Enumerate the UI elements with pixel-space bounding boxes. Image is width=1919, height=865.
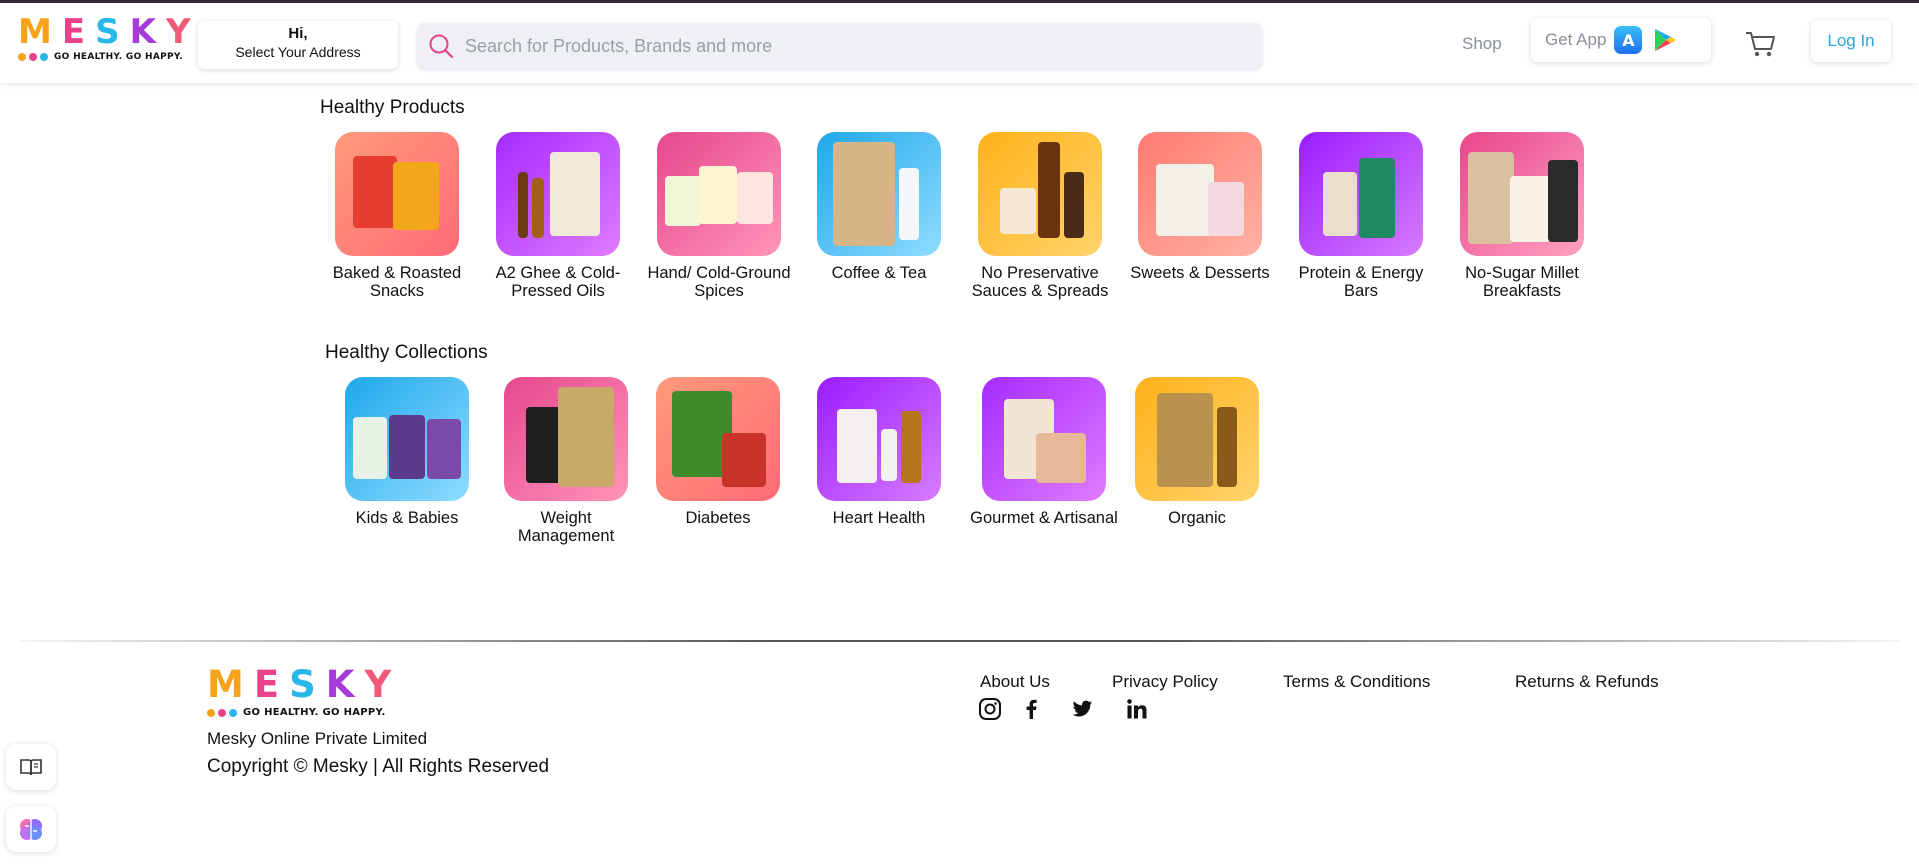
privacy-policy-link[interactable]: Privacy Policy <box>1112 672 1218 692</box>
logo-wordmark: MESKY <box>18 12 191 52</box>
category-tile-protein-bars[interactable]: Protein & Energy Bars <box>1286 132 1436 300</box>
twitter-icon[interactable] <box>1070 697 1094 721</box>
collection-tile-diabetes[interactable]: Diabetes <box>643 377 793 527</box>
cart-icon[interactable] <box>1744 29 1778 59</box>
app-store-icon[interactable]: A <box>1614 26 1643 54</box>
collection-label: Organic <box>1168 509 1226 527</box>
brain-icon <box>20 819 42 840</box>
copyright-text: Copyright © Mesky | All Rights Reserved <box>207 756 550 777</box>
category-label: Protein & Energy Bars <box>1298 264 1424 300</box>
logo-letter: E <box>61 12 90 52</box>
category-image <box>496 132 620 256</box>
assistant-button[interactable] <box>6 806 56 852</box>
collection-image <box>345 377 469 501</box>
category-label: A2 Ghee & Cold-Pressed Oils <box>495 264 621 300</box>
logo-letter: M <box>18 12 56 52</box>
get-app-label: Get App <box>1545 30 1607 49</box>
category-tile-baked-roasted-snacks[interactable]: Baked & Roasted Snacks <box>322 132 472 300</box>
logo-tagline: GO HEALTHY. GO HAPPY. <box>207 707 395 718</box>
category-label: Sweets & Desserts <box>1130 264 1270 282</box>
footer-logo[interactable]: MESKY GO HEALTHY. GO HAPPY. <box>207 666 395 718</box>
healthy-products-title: Healthy Products <box>320 97 465 118</box>
logo-letter: S <box>95 12 124 52</box>
tagline-text: GO HEALTHY. GO HAPPY. <box>54 52 183 62</box>
search-bar[interactable] <box>417 23 1262 69</box>
category-image <box>817 132 941 256</box>
shop-link[interactable]: Shop <box>1462 34 1502 54</box>
address-selector[interactable]: Hi, Select Your Address <box>198 21 398 69</box>
facebook-icon[interactable] <box>1019 697 1043 721</box>
collection-label: Gourmet & Artisanal <box>970 509 1118 527</box>
category-image <box>657 132 781 256</box>
get-app-box: Get App A <box>1531 18 1711 62</box>
collection-label: Diabetes <box>685 509 751 527</box>
collection-tile-organic[interactable]: Organic <box>1122 377 1272 527</box>
logo-letter: Y <box>165 12 195 52</box>
category-image <box>978 132 1102 256</box>
category-label: Hand/ Cold-Ground Spices <box>647 264 791 300</box>
collection-image <box>656 377 780 501</box>
category-tile-a2-ghee-oils[interactable]: A2 Ghee & Cold-Pressed Oils <box>483 132 633 300</box>
category-image <box>1460 132 1584 256</box>
logo-tagline: GO HEALTHY. GO HAPPY. <box>18 52 183 62</box>
logo-letter: Y <box>364 663 396 706</box>
logo-letter: M <box>207 663 248 706</box>
category-image <box>1299 132 1423 256</box>
footer-divider <box>20 640 1900 642</box>
logo-letter: S <box>289 663 320 706</box>
collection-tile-weight-management[interactable]: Weight Management <box>491 377 641 545</box>
logo-letter: K <box>129 12 160 52</box>
category-label: Baked & Roasted Snacks <box>332 264 462 300</box>
company-name: Mesky Online Private Limited <box>207 729 428 748</box>
instagram-icon[interactable] <box>978 697 1002 721</box>
category-tile-sweets-desserts[interactable]: Sweets & Desserts <box>1125 132 1275 282</box>
category-image <box>1138 132 1262 256</box>
logo-wordmark: MESKY <box>207 666 395 704</box>
search-input[interactable] <box>465 35 1245 57</box>
mesky-logo[interactable]: MESKY GO HEALTHY. GO HAPPY. <box>18 12 191 65</box>
collection-image <box>982 377 1106 501</box>
category-label: No Preservative Sauces & Spreads <box>971 264 1109 300</box>
site-header: MESKY GO HEALTHY. GO HAPPY. Hi, Select Y… <box>0 3 1919 83</box>
category-label: Coffee & Tea <box>831 264 927 282</box>
collection-image <box>1135 377 1259 501</box>
collection-label: Heart Health <box>832 509 926 527</box>
collection-label: Kids & Babies <box>355 509 459 527</box>
google-play-icon[interactable] <box>1650 26 1678 54</box>
category-label: No-Sugar Millet Breakfasts <box>1465 264 1579 300</box>
tagline-text: GO HEALTHY. GO HAPPY. <box>243 707 386 718</box>
returns-refunds-link[interactable]: Returns & Refunds <box>1515 672 1659 692</box>
collection-label: Weight Management <box>517 509 615 545</box>
logo-letter: E <box>253 663 284 706</box>
book-icon <box>20 759 42 776</box>
linkedin-icon[interactable] <box>1125 697 1149 721</box>
address-greeting: Hi, <box>288 25 308 42</box>
address-prompt: Select Your Address <box>235 44 361 60</box>
search-icon <box>429 34 454 59</box>
terms-conditions-link[interactable]: Terms & Conditions <box>1283 672 1430 692</box>
logo-letter: K <box>325 663 359 706</box>
collection-image <box>504 377 628 501</box>
about-us-link[interactable]: About Us <box>980 672 1050 692</box>
login-button[interactable]: Log In <box>1811 20 1891 62</box>
collection-tile-kids-babies[interactable]: Kids & Babies <box>332 377 482 527</box>
category-tile-sauces-spreads[interactable]: No Preservative Sauces & Spreads <box>965 132 1115 300</box>
healthy-collections-title: Healthy Collections <box>325 342 488 363</box>
category-tile-coffee-tea[interactable]: Coffee & Tea <box>804 132 954 282</box>
category-image <box>335 132 459 256</box>
collection-tile-heart-health[interactable]: Heart Health <box>804 377 954 527</box>
category-tile-spices[interactable]: Hand/ Cold-Ground Spices <box>644 132 794 300</box>
collection-tile-gourmet-artisanal[interactable]: Gourmet & Artisanal <box>969 377 1119 527</box>
collection-image <box>817 377 941 501</box>
reader-mode-button[interactable] <box>6 744 56 790</box>
category-tile-millet-breakfasts[interactable]: No-Sugar Millet Breakfasts <box>1447 132 1597 300</box>
